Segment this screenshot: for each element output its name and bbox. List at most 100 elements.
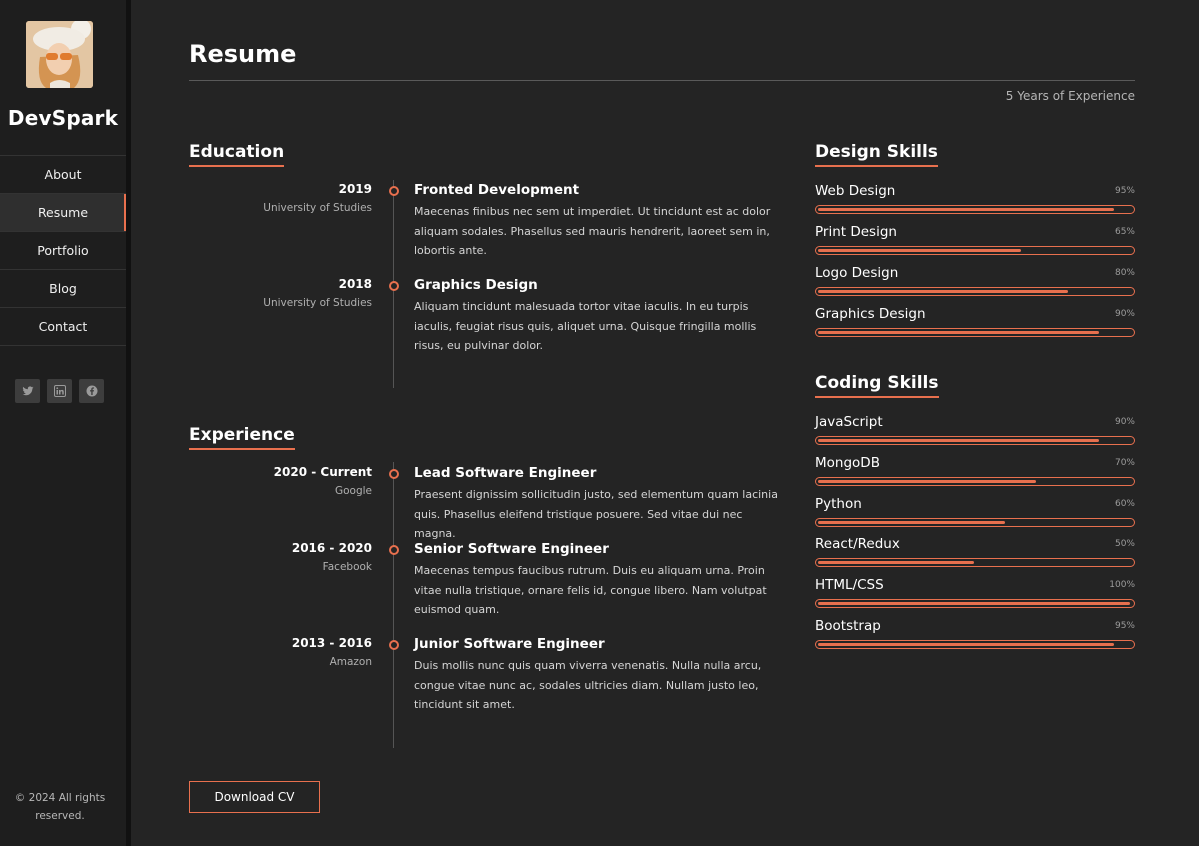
experience-date: 2013 - 2016 (291, 636, 372, 650)
timeline-dot (389, 640, 399, 650)
facebook-icon[interactable] (79, 379, 104, 403)
twitter-icon[interactable] (15, 379, 40, 403)
coding-skills-heading: Coding Skills (815, 372, 939, 398)
timeline-dot (389, 281, 399, 291)
experience-role: Senior Software Engineer (414, 541, 609, 557)
main-nav: About Resume Portfolio Blog Contact (0, 155, 126, 346)
education-org: University of Studies (263, 297, 372, 309)
skill-name: React/Redux (815, 536, 900, 552)
skill-bar: Bootstrap 95% (815, 618, 1135, 649)
timeline-dot (389, 545, 399, 555)
skill-percent: 95% (1114, 186, 1135, 196)
skill-percent: 80% (1114, 268, 1135, 278)
skill-bar: HTML/CSS 100% (815, 577, 1135, 608)
skill-name: Print Design (815, 224, 897, 240)
avatar[interactable] (26, 21, 93, 88)
experience-company: Facebook (322, 561, 372, 573)
skill-bar: Graphics Design 90% (815, 306, 1135, 337)
skill-name: Web Design (815, 183, 896, 199)
avatar-photo (26, 21, 93, 88)
skill-track (815, 205, 1135, 214)
page-title: Resume (189, 40, 297, 68)
nav-item-portfolio[interactable]: Portfolio (0, 232, 126, 270)
nav-item-blog[interactable]: Blog (0, 270, 126, 308)
skill-track (815, 477, 1135, 486)
skill-fill (818, 249, 1021, 252)
skill-percent: 65% (1114, 227, 1135, 237)
experience-timeline-line (393, 462, 394, 748)
sidebar: DevSpark About Resume Portfolio Blog Con… (0, 0, 126, 846)
nav-item-about[interactable]: About (0, 156, 126, 194)
experience-company: Amazon (329, 656, 372, 668)
skill-bar: JavaScript 90% (815, 414, 1135, 445)
skill-percent: 100% (1109, 580, 1135, 590)
skill-bar: Logo Design 80% (815, 265, 1135, 296)
education-desc: Maecenas finibus nec sem ut imperdiet. U… (414, 205, 771, 257)
nav-item-contact[interactable]: Contact (0, 308, 126, 346)
experience-company: Google (334, 485, 372, 497)
skill-fill (818, 290, 1068, 293)
experience-desc: Praesent dignissim sollicitudin justo, s… (414, 488, 778, 540)
skill-fill (818, 521, 1006, 524)
skill-bar: Web Design 95% (815, 183, 1135, 214)
skill-track (815, 328, 1135, 337)
education-desc: Aliquam tincidunt malesuada tortor vitae… (414, 300, 757, 352)
skill-track (815, 558, 1135, 567)
education-date: 2019 (338, 182, 372, 196)
skill-fill (818, 561, 974, 564)
education-title: Graphics Design (414, 277, 538, 293)
skill-fill (818, 208, 1115, 211)
skill-fill (818, 439, 1099, 442)
skill-track (815, 436, 1135, 445)
skill-name: JavaScript (815, 414, 883, 430)
sidebar-divider (126, 0, 131, 846)
skill-percent: 50% (1114, 539, 1135, 549)
skill-percent: 90% (1114, 309, 1135, 319)
skill-track (815, 640, 1135, 649)
skill-bar: MongoDB 70% (815, 455, 1135, 486)
education-date: 2018 (338, 277, 372, 291)
skill-percent: 90% (1114, 417, 1135, 427)
experience-heading: Experience (189, 424, 295, 450)
skill-track (815, 287, 1135, 296)
experience-date: 2016 - 2020 (291, 541, 372, 555)
timeline-dot (389, 186, 399, 196)
skill-bar: Print Design 65% (815, 224, 1135, 255)
download-cv-button[interactable]: Download CV (189, 781, 320, 813)
title-rule (189, 80, 1135, 81)
timeline-dot (389, 469, 399, 479)
skill-name: Graphics Design (815, 306, 926, 322)
design-skills-heading: Design Skills (815, 141, 938, 167)
skill-name: HTML/CSS (815, 577, 884, 593)
nav-item-resume[interactable]: Resume (0, 194, 126, 232)
experience-years: 5 Years of Experience (1005, 89, 1135, 103)
education-org: University of Studies (263, 202, 372, 214)
linkedin-icon[interactable] (47, 379, 72, 403)
skill-fill (818, 331, 1099, 334)
skill-track (815, 599, 1135, 608)
education-title: Fronted Development (414, 182, 580, 198)
skill-bar: React/Redux 50% (815, 536, 1135, 567)
skill-name: Python (815, 496, 862, 512)
skill-name: Bootstrap (815, 618, 881, 634)
experience-date: 2020 - Current (273, 465, 372, 479)
skill-percent: 70% (1114, 458, 1135, 468)
skill-name: MongoDB (815, 455, 880, 471)
skill-percent: 60% (1114, 499, 1135, 509)
experience-desc: Duis mollis nunc quis quam viverra venen… (414, 659, 762, 711)
education-heading: Education (189, 141, 285, 167)
skill-fill (818, 480, 1037, 483)
brand-name[interactable]: DevSpark (0, 106, 126, 130)
skill-fill (818, 643, 1115, 646)
skill-track (815, 246, 1135, 255)
skill-name: Logo Design (815, 265, 899, 281)
skill-percent: 95% (1114, 621, 1135, 631)
experience-role: Junior Software Engineer (414, 636, 605, 652)
skill-fill (818, 602, 1130, 605)
skill-bar: Python 60% (815, 496, 1135, 527)
experience-desc: Maecenas tempus faucibus rutrum. Duis eu… (414, 564, 767, 616)
skill-track (815, 518, 1135, 527)
copyright-text: © 2024 All rights reserved. (14, 792, 106, 822)
social-links (15, 379, 104, 403)
experience-role: Lead Software Engineer (414, 465, 597, 481)
